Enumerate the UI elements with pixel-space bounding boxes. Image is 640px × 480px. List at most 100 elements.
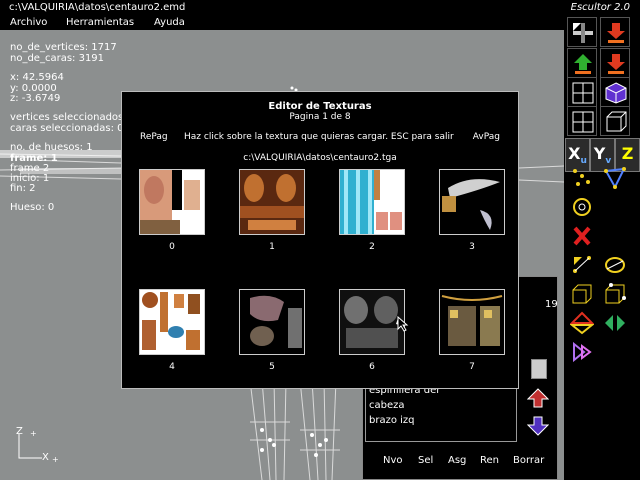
texture-file-path: c:\VALQUIRIA\datos\centauro2.tga bbox=[243, 153, 397, 163]
bone-list-item[interactable]: cabeza bbox=[366, 398, 516, 413]
rename-bone-button[interactable]: Ren bbox=[480, 455, 499, 466]
red-down-arrow-icon bbox=[607, 23, 625, 43]
move-arrows-icon bbox=[573, 23, 593, 43]
axis-y-toggle-label: Y bbox=[593, 144, 606, 163]
mouse-cursor-icon bbox=[397, 316, 409, 332]
vertices-select-icon bbox=[573, 169, 590, 186]
assign-bone-button[interactable]: Asg bbox=[448, 455, 466, 466]
triangle-select-icon bbox=[604, 167, 626, 190]
stat-bones: no. de huesos: 1 bbox=[10, 142, 93, 153]
bone-list[interactable]: espinillera der cabeza brazo izq bbox=[365, 382, 517, 442]
mirror-icon bbox=[605, 315, 625, 331]
coord-x: x: 42.5964 bbox=[10, 72, 64, 83]
stat-faces: no_de_caras: 3191 bbox=[10, 53, 105, 64]
texture-thumb-5[interactable] bbox=[239, 289, 305, 355]
texture-thumb-0[interactable] bbox=[139, 169, 205, 235]
stat-selected-vertices: vertices seleccionados: 0 bbox=[10, 112, 137, 123]
stat-end: fin: 2 bbox=[10, 183, 36, 194]
target-button[interactable] bbox=[567, 192, 597, 222]
tool-panel: Xu Yv Z bbox=[564, 15, 640, 480]
import-red-button[interactable] bbox=[600, 17, 630, 47]
texture-skin-image bbox=[140, 170, 200, 234]
scroll-handle-icon[interactable] bbox=[531, 359, 547, 379]
move-arrows-button[interactable] bbox=[567, 17, 597, 47]
dialog-instructions: Haz click sobre la textura que quieras c… bbox=[184, 132, 454, 142]
grid-view-icon bbox=[572, 82, 594, 104]
texture-thumb-2[interactable] bbox=[339, 169, 405, 235]
delete-button[interactable] bbox=[567, 221, 597, 251]
menu-ayuda[interactable]: Ayuda bbox=[154, 15, 185, 30]
texture-label-6: 6 bbox=[369, 362, 375, 372]
file-path-title: c:\VALQUIRIA\datos\centauro2.emd bbox=[9, 2, 186, 13]
move-vertices-icon bbox=[573, 256, 591, 273]
cube-vertices-button[interactable] bbox=[600, 279, 630, 309]
texture-cloth-image bbox=[250, 295, 302, 348]
title-bar: c:\VALQUIRIA\datos\centauro2.emd Esculto… bbox=[0, 0, 640, 15]
texture-armor-image bbox=[240, 170, 304, 234]
texture-thumb-7[interactable] bbox=[439, 289, 505, 355]
cube-wire-button[interactable] bbox=[600, 106, 630, 136]
extrude-icon bbox=[570, 311, 594, 335]
prev-page-button[interactable]: RePag bbox=[140, 132, 168, 142]
delete-bone-button[interactable]: Borrar bbox=[513, 455, 544, 466]
view-split-button[interactable] bbox=[567, 106, 597, 136]
scroll-down-icon[interactable] bbox=[527, 415, 549, 437]
texture-thumb-4[interactable] bbox=[139, 289, 205, 355]
red-down-arrow-2-icon bbox=[607, 54, 625, 74]
texture-label-0: 0 bbox=[169, 242, 175, 252]
move-vertices-button[interactable] bbox=[567, 250, 597, 280]
cube-purple-button[interactable] bbox=[600, 77, 630, 107]
export-green-button[interactable] bbox=[567, 48, 597, 78]
extrude-button[interactable] bbox=[567, 308, 597, 338]
app-title: Escultor 2.0 bbox=[570, 2, 630, 13]
axis-z-toggle-label: Z bbox=[621, 144, 634, 163]
texture-editor-dialog: Editor de Texturas Pagina 1 de 8 RePag H… bbox=[121, 91, 519, 389]
texture-thumb-6[interactable] bbox=[339, 289, 405, 355]
stat-bone-index: Hueso: 0 bbox=[10, 202, 55, 213]
save-red-button[interactable] bbox=[600, 48, 630, 78]
texture-thumb-3[interactable] bbox=[439, 169, 505, 235]
mirror-button[interactable] bbox=[600, 308, 630, 338]
coord-z: z: -3.6749 bbox=[10, 93, 61, 104]
rotate-button[interactable] bbox=[600, 250, 630, 280]
axis-x-toggle-label: X bbox=[568, 144, 581, 163]
rotate-icon bbox=[605, 257, 625, 273]
texture-gold-image bbox=[441, 295, 503, 346]
texture-parts-image bbox=[142, 292, 200, 350]
stat-vertices: no_de_vertices: 1717 bbox=[10, 42, 117, 53]
bones-count: 19 bbox=[545, 299, 558, 310]
purple-cube-icon bbox=[605, 82, 627, 104]
texture-label-3: 3 bbox=[469, 242, 475, 252]
cube-vertices-icon bbox=[605, 283, 626, 304]
scale-cube-button[interactable] bbox=[567, 279, 597, 309]
axis-x-label: X bbox=[42, 452, 49, 463]
menu-archivo[interactable]: Archivo bbox=[10, 15, 47, 30]
dialog-title: Editor de Texturas bbox=[268, 101, 372, 112]
target-icon bbox=[573, 198, 591, 216]
flip-icon bbox=[573, 341, 592, 363]
view-grid-button[interactable] bbox=[567, 77, 597, 107]
bone-list-item[interactable]: brazo izq bbox=[366, 413, 516, 428]
select-bone-button[interactable]: Sel bbox=[418, 455, 433, 466]
texture-label-5: 5 bbox=[269, 362, 275, 372]
texture-wings-image bbox=[442, 179, 500, 230]
texture-thumb-1[interactable] bbox=[239, 169, 305, 235]
select-faces-button[interactable] bbox=[600, 163, 630, 193]
scale-cube-icon bbox=[572, 284, 592, 304]
axis-z-plus: + bbox=[30, 429, 37, 438]
red-x-icon bbox=[573, 226, 591, 246]
texture-label-1: 1 bbox=[269, 242, 275, 252]
menu-herramientas[interactable]: Herramientas bbox=[66, 15, 134, 30]
next-page-button[interactable]: AvPag bbox=[473, 132, 500, 142]
axis-z-label: Z bbox=[16, 426, 23, 437]
select-vertices-button[interactable] bbox=[567, 163, 597, 193]
scroll-up-icon[interactable] bbox=[527, 387, 549, 409]
new-bone-button[interactable]: Nvo bbox=[383, 455, 403, 466]
texture-label-2: 2 bbox=[369, 242, 375, 252]
texture-label-7: 7 bbox=[469, 362, 475, 372]
texture-cyan-image bbox=[340, 170, 402, 234]
green-up-arrow-icon bbox=[574, 54, 592, 74]
wire-cube-icon bbox=[606, 111, 627, 132]
flip-button[interactable] bbox=[567, 337, 597, 367]
stat-selected-faces: caras seleccionadas: 0 bbox=[10, 123, 124, 134]
